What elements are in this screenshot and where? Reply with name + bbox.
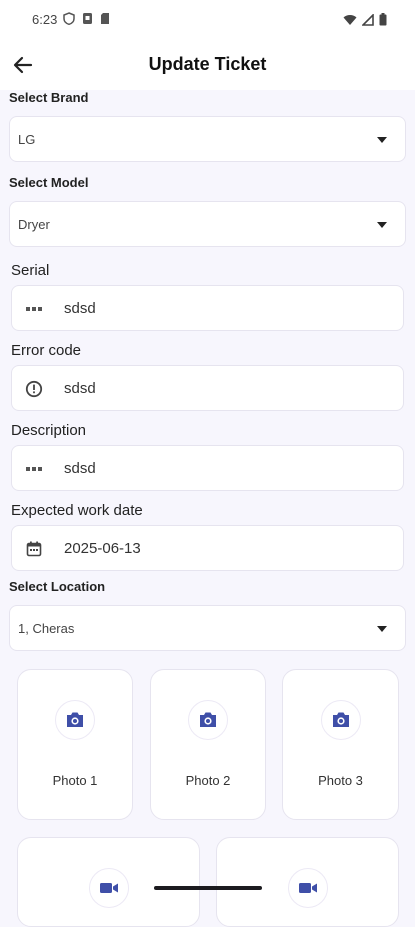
sim-card-icon bbox=[101, 13, 109, 24]
photo-1-label: Photo 1 bbox=[52, 773, 98, 788]
dropdown-arrow-icon bbox=[377, 137, 387, 143]
calendar-icon bbox=[25, 540, 43, 558]
work-date-value: 2025-06-13 bbox=[64, 540, 141, 557]
error-code-value: sdsd bbox=[64, 380, 96, 397]
status-time: 6:23 bbox=[32, 12, 58, 27]
text-abc-icon bbox=[25, 460, 43, 478]
wifi-icon bbox=[343, 14, 357, 25]
app-bar: Update Ticket bbox=[0, 40, 415, 90]
work-date-field[interactable]: 2025-06-13 bbox=[11, 525, 404, 571]
brand-label: Select Brand bbox=[9, 90, 89, 105]
camera-icon bbox=[188, 700, 228, 740]
signal-icon bbox=[362, 13, 374, 26]
brand-value: LG bbox=[18, 132, 36, 147]
description-field[interactable]: sdsd bbox=[11, 445, 404, 491]
text-abc-icon bbox=[25, 300, 43, 318]
error-code-label: Error code bbox=[11, 342, 82, 359]
description-value: sdsd bbox=[64, 460, 96, 477]
camera-icon bbox=[55, 700, 95, 740]
serial-field[interactable]: sdsd bbox=[11, 285, 404, 331]
photo-2-card[interactable]: Photo 2 bbox=[150, 669, 266, 820]
location-value: 1, Cheras bbox=[18, 621, 75, 636]
error-code-field[interactable]: sdsd bbox=[11, 365, 404, 411]
video-camera-icon bbox=[288, 868, 328, 908]
model-value: Dryer bbox=[18, 217, 50, 232]
dropdown-arrow-icon bbox=[377, 626, 387, 632]
photo-1-card[interactable]: Photo 1 bbox=[17, 669, 133, 820]
serial-value: sdsd bbox=[64, 300, 96, 317]
photo-3-card[interactable]: Photo 3 bbox=[282, 669, 399, 820]
dropdown-arrow-icon bbox=[377, 222, 387, 228]
location-select[interactable]: 1, Cheras bbox=[9, 605, 406, 651]
work-date-label: Expected work date bbox=[11, 502, 143, 519]
error-outline-icon bbox=[25, 380, 43, 398]
video-camera-icon bbox=[89, 868, 129, 908]
status-notification-icons bbox=[63, 12, 110, 25]
battery-icon bbox=[379, 13, 387, 26]
download-icon bbox=[83, 13, 92, 24]
photo-3-label: Photo 3 bbox=[318, 773, 363, 788]
model-label: Select Model bbox=[9, 175, 89, 190]
status-bar: 6:23 bbox=[0, 0, 415, 40]
page-title: Update Ticket bbox=[148, 54, 267, 74]
video-1-card[interactable] bbox=[17, 837, 200, 927]
photo-2-label: Photo 2 bbox=[185, 773, 231, 788]
status-system-icons bbox=[343, 13, 387, 26]
brand-select[interactable]: LG bbox=[9, 116, 406, 162]
description-label: Description bbox=[11, 422, 87, 439]
shield-icon bbox=[63, 12, 75, 25]
serial-label: Serial bbox=[11, 262, 50, 279]
location-label: Select Location bbox=[9, 579, 106, 594]
home-indicator[interactable] bbox=[154, 886, 262, 890]
video-2-card[interactable] bbox=[216, 837, 399, 927]
model-select[interactable]: Dryer bbox=[9, 201, 406, 247]
camera-icon bbox=[321, 700, 361, 740]
